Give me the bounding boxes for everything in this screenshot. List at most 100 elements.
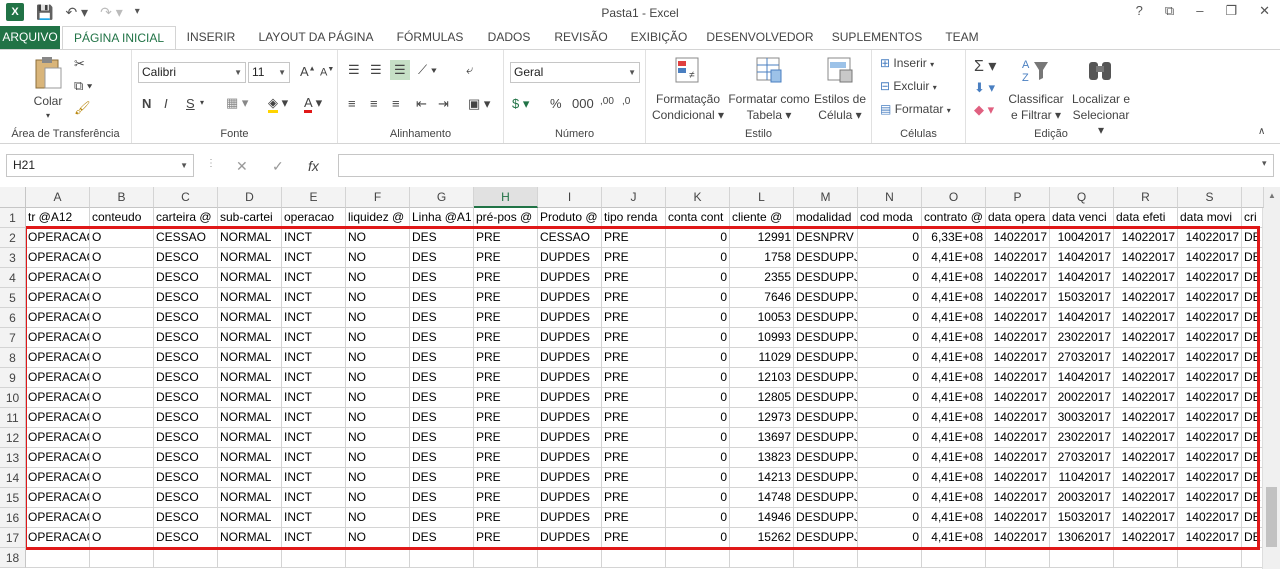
cell[interactable]: NO bbox=[346, 288, 410, 308]
cell[interactable]: O bbox=[90, 308, 154, 328]
cell[interactable]: cod moda bbox=[858, 208, 922, 228]
row-header[interactable]: 8 bbox=[0, 348, 26, 368]
cell[interactable]: 12973 bbox=[730, 408, 794, 428]
cell[interactable]: DESDUPPJ bbox=[794, 428, 858, 448]
cell[interactable]: 4,41E+08 bbox=[922, 288, 986, 308]
cell[interactable]: PRE bbox=[602, 368, 666, 388]
cell[interactable]: tr @A12 bbox=[26, 208, 90, 228]
cell[interactable]: DES bbox=[410, 428, 474, 448]
cell[interactable]: 14022017 bbox=[1114, 488, 1178, 508]
comma-style-icon[interactable]: 000 bbox=[572, 96, 594, 111]
cell[interactable]: DUPDES bbox=[538, 348, 602, 368]
cell[interactable]: 14022017 bbox=[986, 348, 1050, 368]
cell[interactable]: NORMAL bbox=[218, 488, 282, 508]
cell[interactable]: DES bbox=[410, 528, 474, 548]
cell[interactable]: NORMAL bbox=[218, 408, 282, 428]
cell[interactable]: 0 bbox=[666, 508, 730, 528]
cell[interactable]: DESCO bbox=[154, 488, 218, 508]
column-header-T[interactable] bbox=[1242, 187, 1264, 208]
column-header-F[interactable]: F bbox=[346, 187, 410, 208]
cell[interactable]: 14022017 bbox=[1178, 488, 1242, 508]
cell[interactable]: 0 bbox=[858, 308, 922, 328]
cell[interactable]: DUPDES bbox=[538, 328, 602, 348]
cell[interactable]: 14022017 bbox=[1114, 268, 1178, 288]
cell[interactable]: 11029 bbox=[730, 348, 794, 368]
column-header-J[interactable]: J bbox=[602, 187, 666, 208]
cell[interactable]: OPERACAO bbox=[26, 408, 90, 428]
cell[interactable]: 6,33E+08 bbox=[922, 228, 986, 248]
insert-function-icon[interactable]: fx bbox=[308, 158, 319, 174]
cell[interactable]: 0 bbox=[666, 248, 730, 268]
cell[interactable]: PRE bbox=[474, 308, 538, 328]
cell[interactable]: DES bbox=[410, 308, 474, 328]
cell[interactable]: DESCO bbox=[154, 428, 218, 448]
cell[interactable]: DESDUPPJ bbox=[794, 328, 858, 348]
cell[interactable] bbox=[346, 548, 410, 568]
tab-arquivo[interactable]: ARQUIVO bbox=[0, 26, 60, 50]
vertical-scrollbar[interactable]: ▲ bbox=[1262, 187, 1280, 569]
cell[interactable]: INCT bbox=[282, 528, 346, 548]
cell[interactable]: PRE bbox=[474, 368, 538, 388]
cell[interactable]: 4,41E+08 bbox=[922, 268, 986, 288]
column-header-R[interactable]: R bbox=[1114, 187, 1178, 208]
cell[interactable]: 14022017 bbox=[986, 408, 1050, 428]
cell[interactable]: DESCO bbox=[154, 328, 218, 348]
column-header-A[interactable]: A bbox=[26, 187, 90, 208]
cell[interactable]: contrato @ bbox=[922, 208, 986, 228]
fill-color-icon[interactable]: ◈ ▾ bbox=[268, 95, 288, 113]
cell[interactable]: O bbox=[90, 528, 154, 548]
cell[interactable]: PRE bbox=[602, 468, 666, 488]
percent-icon[interactable]: % bbox=[550, 96, 562, 111]
tab-suplementos[interactable]: SUPLEMENTOS bbox=[826, 26, 928, 50]
cell[interactable]: DESCO bbox=[154, 508, 218, 528]
tab-layout[interactable]: LAYOUT DA PÁGINA bbox=[250, 26, 382, 50]
cell[interactable]: PRE bbox=[474, 488, 538, 508]
cell[interactable]: OPERACAO bbox=[26, 308, 90, 328]
cell[interactable]: O bbox=[90, 368, 154, 388]
column-header-M[interactable]: M bbox=[794, 187, 858, 208]
cell[interactable]: PRE bbox=[602, 348, 666, 368]
merge-center-icon[interactable]: ▣ ▾ bbox=[468, 96, 490, 112]
cell[interactable] bbox=[1050, 548, 1114, 568]
tab-revisao[interactable]: REVISÃO bbox=[548, 26, 614, 50]
conditional-formatting-button[interactable]: ≠ Formatação Condicional ▾ bbox=[650, 54, 726, 124]
cell[interactable]: PRE bbox=[474, 348, 538, 368]
cell[interactable]: 0 bbox=[858, 348, 922, 368]
cell[interactable]: DES bbox=[410, 268, 474, 288]
cell[interactable]: O bbox=[90, 488, 154, 508]
cell[interactable]: 14022017 bbox=[986, 248, 1050, 268]
restore-icon[interactable]: ❐ bbox=[1225, 3, 1237, 19]
cell[interactable]: data movi bbox=[1178, 208, 1242, 228]
cell[interactable]: PRE bbox=[474, 448, 538, 468]
cell[interactable]: 14022017 bbox=[1114, 468, 1178, 488]
cell[interactable]: INCT bbox=[282, 408, 346, 428]
cell[interactable]: 0 bbox=[858, 288, 922, 308]
cell[interactable]: OPERACAO bbox=[26, 228, 90, 248]
cell[interactable]: 14022017 bbox=[1114, 388, 1178, 408]
cut-icon[interactable]: ✂ bbox=[74, 56, 85, 72]
cell[interactable] bbox=[986, 548, 1050, 568]
cell[interactable]: DESCO bbox=[154, 408, 218, 428]
cell[interactable]: DUPDES bbox=[538, 268, 602, 288]
cell[interactable]: NORMAL bbox=[218, 288, 282, 308]
cell[interactable]: PRE bbox=[602, 508, 666, 528]
cell[interactable]: 13062017 bbox=[1050, 528, 1114, 548]
cell[interactable]: data opera bbox=[986, 208, 1050, 228]
sort-filter-button[interactable]: A Z Classificar e Filtrar ▾ bbox=[1006, 54, 1066, 124]
cell[interactable]: O bbox=[90, 268, 154, 288]
cell[interactable]: NORMAL bbox=[218, 528, 282, 548]
expand-formula-icon[interactable]: ▾ bbox=[1262, 158, 1267, 169]
cell[interactable] bbox=[1114, 548, 1178, 568]
cell[interactable]: 7646 bbox=[730, 288, 794, 308]
cell[interactable]: 0 bbox=[858, 248, 922, 268]
cell[interactable]: DESDUPPJ bbox=[794, 488, 858, 508]
cell[interactable]: DUPDES bbox=[538, 368, 602, 388]
cell[interactable]: PRE bbox=[474, 288, 538, 308]
cell[interactable]: DUPDES bbox=[538, 448, 602, 468]
cell[interactable]: 14022017 bbox=[1178, 248, 1242, 268]
cell[interactable]: O bbox=[90, 248, 154, 268]
cell[interactable]: 0 bbox=[666, 348, 730, 368]
number-format-combo[interactable]: Geral ▼ bbox=[510, 62, 640, 83]
column-header-E[interactable]: E bbox=[282, 187, 346, 208]
currency-icon[interactable]: $ ▾ bbox=[512, 96, 529, 112]
